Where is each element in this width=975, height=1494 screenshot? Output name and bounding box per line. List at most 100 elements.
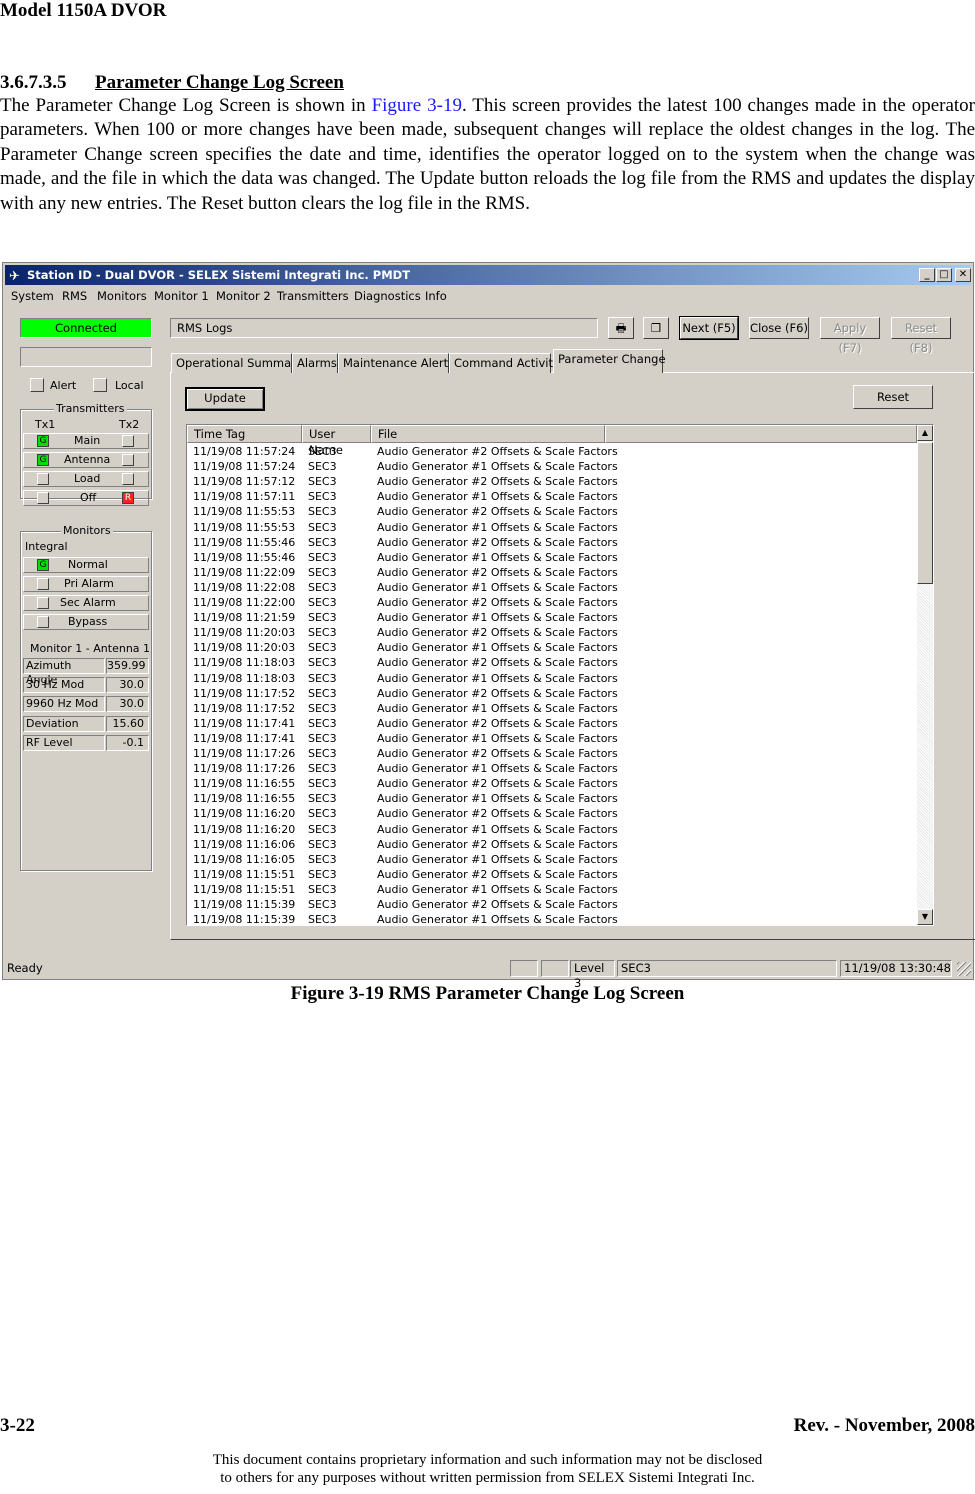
table-row[interactable]: 11/19/08 11:15:39 SEC3 Audio Generator #2 … [187, 897, 917, 912]
table-row[interactable]: 11/19/08 11:15:39 SEC3 Audio Generator #1 … [187, 912, 917, 925]
parameter-change-log-list[interactable]: Time Tag User Name File 11/19/08 11:57:2… [186, 424, 934, 926]
vertical-scrollbar[interactable]: ▲ ▼ [917, 425, 933, 925]
table-row[interactable]: 11/19/08 11:17:41 SEC3 Audio Generator #1 … [187, 731, 917, 746]
table-row[interactable]: 11/19/08 11:22:09 SEC3 Audio Generator #2 … [187, 565, 917, 580]
window-title: Station ID - Dual DVOR - SELEX Sistemi I… [27, 268, 411, 282]
column-time-tag[interactable]: Time Tag [187, 425, 302, 443]
local-checkbox[interactable] [93, 378, 107, 392]
file-cell: Audio Generator #2 Offsets & Scale Facto… [377, 445, 618, 458]
apply-button[interactable]: Apply (F7) [820, 317, 880, 355]
table-row[interactable]: 11/19/08 11:15:51 SEC3 Audio Generator #2 … [187, 867, 917, 882]
column-file[interactable]: File [371, 425, 605, 443]
monitor-bypass-button[interactable]: Bypass [23, 614, 149, 630]
scroll-up-button[interactable]: ▲ [917, 425, 933, 441]
menu-monitors[interactable]: Monitors [97, 289, 147, 303]
tab-maintenance-alerts[interactable]: Maintenance Alerts [338, 353, 454, 373]
table-row[interactable]: 11/19/08 11:17:41 SEC3 Audio Generator #2 … [187, 716, 917, 731]
menu-rms[interactable]: RMS [62, 289, 87, 303]
scroll-thumb[interactable] [917, 442, 933, 584]
time-tag-cell: 11/19/08 11:16:20 [193, 807, 296, 821]
table-row[interactable]: 11/19/08 11:17:52 SEC3 Audio Generator #2 … [187, 686, 917, 701]
time-tag-cell: 11/19/08 11:15:51 [193, 882, 296, 896]
file-cell: Audio Generator #1 Offsets & Scale Facto… [377, 490, 618, 504]
menubar: System RMS Monitors Monitor 1 Monitor 2 … [5, 287, 971, 305]
section-number: 3.6.7.3.5 [0, 72, 67, 93]
table-row[interactable]: 11/19/08 11:55:53 SEC3 Audio Generator #1 … [187, 520, 917, 535]
next-button[interactable]: Next (F5) [679, 316, 739, 340]
menu-monitor-2[interactable]: Monitor 2 [216, 289, 271, 303]
monitor-normal-button[interactable]: G Normal [23, 557, 149, 573]
minimize-button[interactable]: _ [919, 268, 935, 282]
tab-operational-summary[interactable]: Operational Summary [171, 353, 303, 373]
reset-button[interactable]: Reset [853, 385, 933, 409]
monitor-pri-alarm-button[interactable]: Pri Alarm [23, 576, 149, 592]
update-button[interactable]: Update [185, 387, 265, 411]
time-tag-cell: 11/19/08 11:17:52 [193, 686, 296, 700]
arrow-up-icon: ▲ [921, 428, 929, 437]
table-row[interactable]: 11/19/08 11:15:51 SEC3 Audio Generator #1 … [187, 882, 917, 897]
menu-info[interactable]: Info [425, 289, 447, 303]
table-row[interactable]: 11/19/08 11:21:59 SEC3 Audio Generator #1 … [187, 610, 917, 625]
time-tag-cell: 11/19/08 11:55:53 [193, 505, 296, 519]
time-tag-cell: 11/19/08 11:17:41 [193, 731, 296, 745]
user-name-cell: SEC3 [308, 611, 337, 625]
table-row[interactable]: 11/19/08 11:55:46 SEC3 Audio Generator #2 … [187, 535, 917, 550]
tx1-load-indicator [37, 473, 49, 485]
reset-toolbar-button[interactable]: Reset (F8) [891, 317, 951, 355]
file-cell: Audio Generator #2 Offsets & Scale Facto… [377, 716, 618, 730]
tx-load-button[interactable]: Load [23, 471, 149, 487]
table-row[interactable]: 11/19/08 11:16:55 SEC3 Audio Generator #2 … [187, 776, 917, 791]
figure-link[interactable]: Figure 3-19 [372, 95, 462, 116]
tx-antenna-button[interactable]: G Antenna [23, 452, 149, 468]
pri-alarm-label: Pri Alarm [64, 577, 114, 590]
table-row[interactable]: 11/19/08 11:18:03 SEC3 Audio Generator #2 … [187, 655, 917, 670]
table-row[interactable]: 11/19/08 11:16:06 SEC3 Audio Generator #2 … [187, 837, 917, 852]
table-row[interactable]: 11/19/08 11:18:03 SEC3 Audio Generator #1 … [187, 671, 917, 686]
tx-main-button[interactable]: G Main [23, 433, 149, 449]
scroll-down-button[interactable]: ▼ [917, 909, 933, 925]
tx-off-button[interactable]: Off R [23, 490, 149, 506]
close-window-button[interactable]: ✕ [955, 268, 971, 282]
file-cell: Audio Generator #2 Offsets & Scale Facto… [377, 867, 618, 881]
file-cell: Audio Generator #2 Offsets & Scale Facto… [377, 807, 618, 821]
table-row[interactable]: 11/19/08 11:57:11 SEC3 Audio Generator #1 … [187, 489, 917, 504]
table-row[interactable]: 11/19/08 11:57:24 SEC3 Audio Generator #2 … [187, 444, 917, 459]
table-row[interactable]: 11/19/08 11:17:52 SEC3 Audio Generator #1 … [187, 701, 917, 716]
monitor-sec-alarm-button[interactable]: Sec Alarm [23, 595, 149, 611]
table-row[interactable]: 11/19/08 11:16:20 SEC3 Audio Generator #1 … [187, 822, 917, 837]
user-name-cell: SEC3 [308, 716, 337, 730]
menu-monitor-1[interactable]: Monitor 1 [154, 289, 209, 303]
table-row[interactable]: 11/19/08 11:57:24 SEC3 Audio Generator #1 … [187, 459, 917, 474]
window-titlebar[interactable]: ✈ Station ID - Dual DVOR - SELEX Sistemi… [5, 265, 971, 285]
menu-transmitters[interactable]: Transmitters [277, 289, 349, 303]
table-row[interactable]: 11/19/08 11:55:46 SEC3 Audio Generator #1 … [187, 550, 917, 565]
table-row[interactable]: 11/19/08 11:16:20 SEC3 Audio Generator #2 … [187, 806, 917, 821]
table-row[interactable]: 11/19/08 11:16:05 SEC3 Audio Generator #1 … [187, 852, 917, 867]
column-user-name[interactable]: User Name [302, 425, 371, 457]
deviation-value: 15.60 [106, 716, 149, 732]
table-row[interactable]: 11/19/08 11:20:03 SEC3 Audio Generator #2 … [187, 625, 917, 640]
alert-checkbox[interactable] [30, 378, 44, 392]
tab-alarms[interactable]: Alarms [292, 353, 338, 373]
copy-button[interactable]: ❐ [643, 317, 669, 339]
table-row[interactable]: 11/19/08 11:22:00 SEC3 Audio Generator #2 … [187, 595, 917, 610]
table-row[interactable]: 11/19/08 11:22:08 SEC3 Audio Generator #1 … [187, 580, 917, 595]
print-button[interactable]: 🖶 [608, 317, 634, 339]
table-row[interactable]: 11/19/08 11:20:03 SEC3 Audio Generator #1 … [187, 640, 917, 655]
resize-grip-icon[interactable] [957, 962, 971, 976]
close-button[interactable]: Close (F6) [749, 317, 809, 339]
table-row[interactable]: 11/19/08 11:17:26 SEC3 Audio Generator #2 … [187, 746, 917, 761]
proprietary-notice-line-2: to others for any purposes without writt… [220, 1470, 755, 1486]
menu-system[interactable]: System [11, 289, 54, 303]
table-row[interactable]: 11/19/08 11:57:12 SEC3 Audio Generator #2 … [187, 474, 917, 489]
tab-parameter-change[interactable]: Parameter Change [553, 349, 666, 373]
maximize-button[interactable]: □ [936, 268, 952, 282]
menu-diagnostics[interactable]: Diagnostics [354, 289, 421, 303]
tab-command-activity[interactable]: Command Activity [449, 353, 560, 373]
table-row[interactable]: 11/19/08 11:16:55 SEC3 Audio Generator #1 … [187, 791, 917, 806]
time-tag-cell: 11/19/08 11:57:24 [193, 460, 296, 474]
table-row[interactable]: 11/19/08 11:55:53 SEC3 Audio Generator #2 … [187, 504, 917, 519]
table-row[interactable]: 11/19/08 11:17:26 SEC3 Audio Generator #1 … [187, 761, 917, 776]
file-cell: Audio Generator #2 Offsets & Scale Facto… [377, 777, 618, 791]
time-tag-cell: 11/19/08 11:20:03 [193, 641, 296, 655]
